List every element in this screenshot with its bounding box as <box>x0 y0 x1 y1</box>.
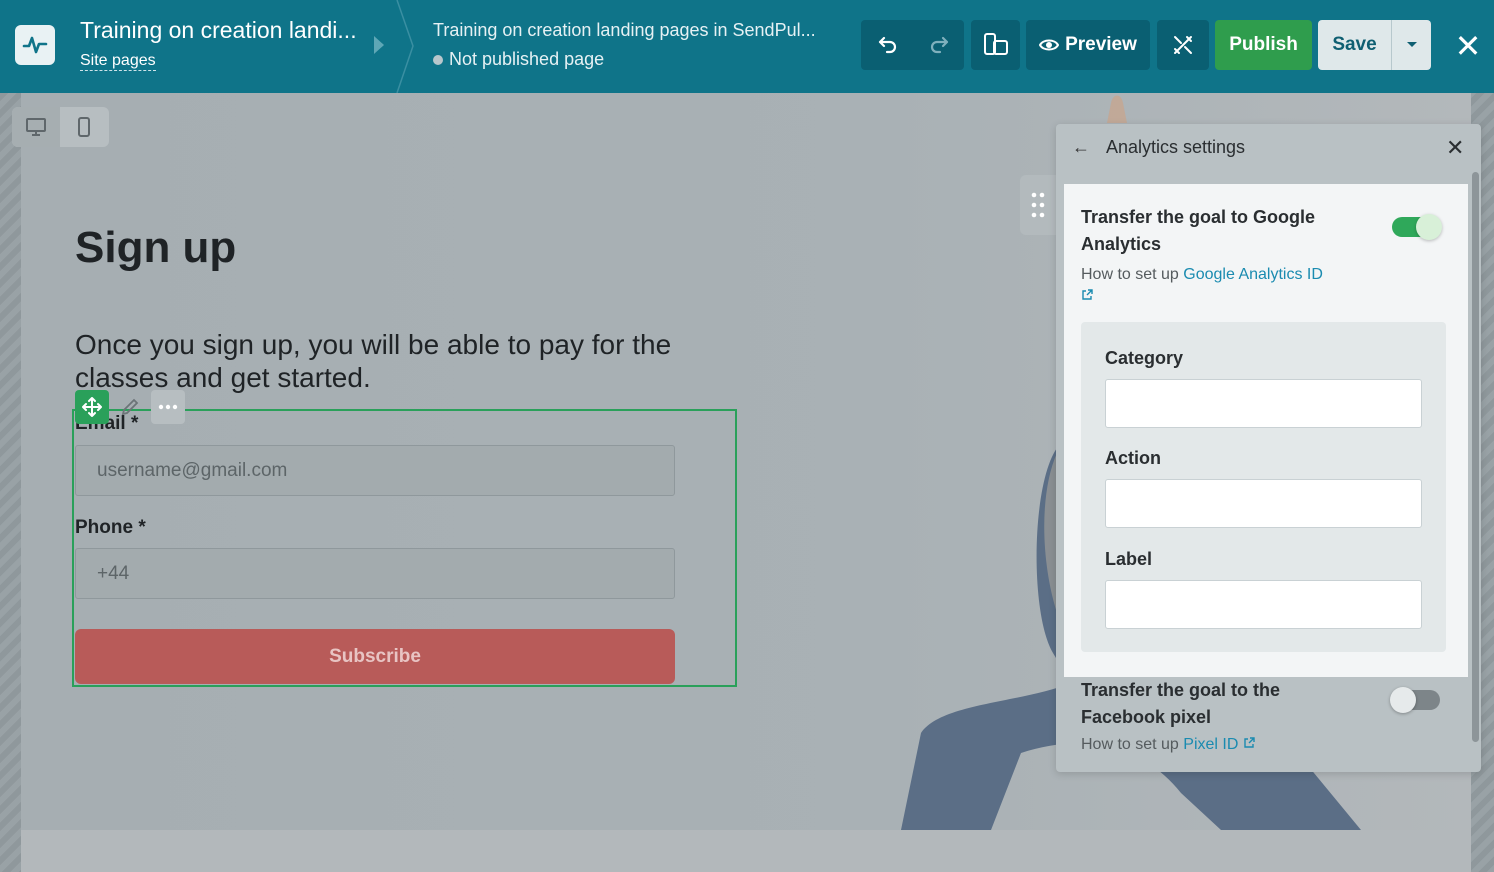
ga-toggle-label: Transfer the goal to Google Analytics <box>1081 207 1316 254</box>
move-block-button[interactable] <box>75 390 109 424</box>
label-label: Label <box>1105 549 1153 569</box>
phone-icon <box>78 117 90 137</box>
intro-paragraph[interactable]: Once you sign up, you will be able to pa… <box>75 328 755 394</box>
desktop-view-button[interactable] <box>12 107 60 147</box>
category-input[interactable] <box>1105 379 1422 428</box>
page-info: Training on creation landing pages in Se… <box>433 20 843 70</box>
ga-help-link[interactable]: Google Analytics ID <box>1183 266 1323 283</box>
next-section <box>21 830 1471 872</box>
preview-button[interactable]: Preview <box>1026 20 1150 70</box>
caret-down-icon <box>1406 42 1417 47</box>
move-icon <box>82 397 102 417</box>
publish-button[interactable]: Publish <box>1215 20 1312 70</box>
google-analytics-section: Transfer the goal to Google Analytics Ho… <box>1064 184 1468 677</box>
edit-block-button[interactable] <box>113 390 147 424</box>
panel-drag-handle[interactable] <box>1020 175 1056 235</box>
fb-toggle-label: Transfer the goal to the Facebook pixel <box>1081 680 1281 727</box>
fb-toggle[interactable] <box>1390 687 1440 713</box>
block-edit-toolbar <box>75 390 185 424</box>
toggle-knob <box>1416 214 1442 240</box>
back-arrow-icon[interactable]: ← <box>1072 137 1090 158</box>
fb-help-link[interactable]: Pixel ID <box>1183 736 1238 753</box>
page-status-text: Not published page <box>449 49 605 69</box>
action-input[interactable] <box>1105 479 1422 528</box>
undo-button[interactable] <box>861 20 914 70</box>
project-title: Training on creation landi... <box>80 17 357 43</box>
label-input[interactable] <box>1105 580 1422 629</box>
mobile-view-button[interactable] <box>60 107 108 147</box>
undo-icon <box>878 36 896 54</box>
page-status: Not published page <box>433 49 843 70</box>
title-block: Training on creation landi... Site pages <box>80 17 370 71</box>
fb-help-text: How to set up Pixel ID <box>1081 736 1255 754</box>
mobile-edit-icon <box>983 33 1008 55</box>
design-tools-button[interactable] <box>1157 20 1209 70</box>
toggle-knob <box>1390 687 1416 713</box>
redo-button[interactable] <box>914 20 964 70</box>
save-button[interactable]: Save <box>1318 20 1391 70</box>
ga-help-text: How to set up Google Analytics ID <box>1081 264 1361 308</box>
external-link-icon[interactable] <box>1081 289 1093 301</box>
save-options-dropdown[interactable] <box>1391 20 1431 70</box>
preview-label: Preview <box>1065 34 1137 55</box>
tools-icon <box>1174 36 1192 54</box>
more-options-button[interactable] <box>151 390 185 424</box>
desktop-icon <box>26 118 46 136</box>
breadcrumb-divider <box>396 0 414 93</box>
category-label: Category <box>1105 348 1184 368</box>
status-dot-icon <box>433 54 443 65</box>
grip-icon <box>1031 192 1045 218</box>
action-label: Action <box>1105 448 1161 468</box>
device-switcher <box>12 107 109 147</box>
email-field[interactable]: username@gmail.com <box>75 445 675 496</box>
phone-field[interactable]: +44 <box>75 548 675 599</box>
ga-fields-box: Category Action Label <box>1081 322 1446 652</box>
close-panel-icon[interactable]: ✕ <box>1446 135 1464 161</box>
phone-label: Phone * <box>75 517 146 538</box>
top-bar: Training on creation landi... Site pages… <box>0 0 1494 93</box>
eye-icon <box>1039 39 1060 51</box>
app-logo-icon[interactable] <box>15 25 55 65</box>
fb-help-prefix: How to set up <box>1081 736 1184 753</box>
ga-toggle[interactable] <box>1392 214 1442 240</box>
more-dots-icon <box>158 404 178 410</box>
subscribe-button[interactable]: Subscribe <box>75 629 675 684</box>
external-link-icon[interactable] <box>1243 737 1255 749</box>
ga-help-prefix: How to set up <box>1081 266 1184 283</box>
expand-chevron-icon[interactable] <box>374 36 384 54</box>
analytics-settings-panel: ← Analytics settings ✕ Transfer the goal… <box>1056 124 1481 772</box>
pencil-icon <box>121 398 139 416</box>
signup-heading[interactable]: Sign up <box>75 223 236 273</box>
close-editor-icon[interactable]: ✕ <box>1452 28 1484 64</box>
site-pages-link[interactable]: Site pages <box>80 52 156 71</box>
page-name: Training on creation landing pages in Se… <box>433 20 816 40</box>
panel-scrollbar[interactable] <box>1472 172 1479 742</box>
redo-icon <box>930 36 949 54</box>
panel-title: Analytics settings <box>1106 137 1246 157</box>
mobile-adapt-button[interactable] <box>971 20 1020 70</box>
